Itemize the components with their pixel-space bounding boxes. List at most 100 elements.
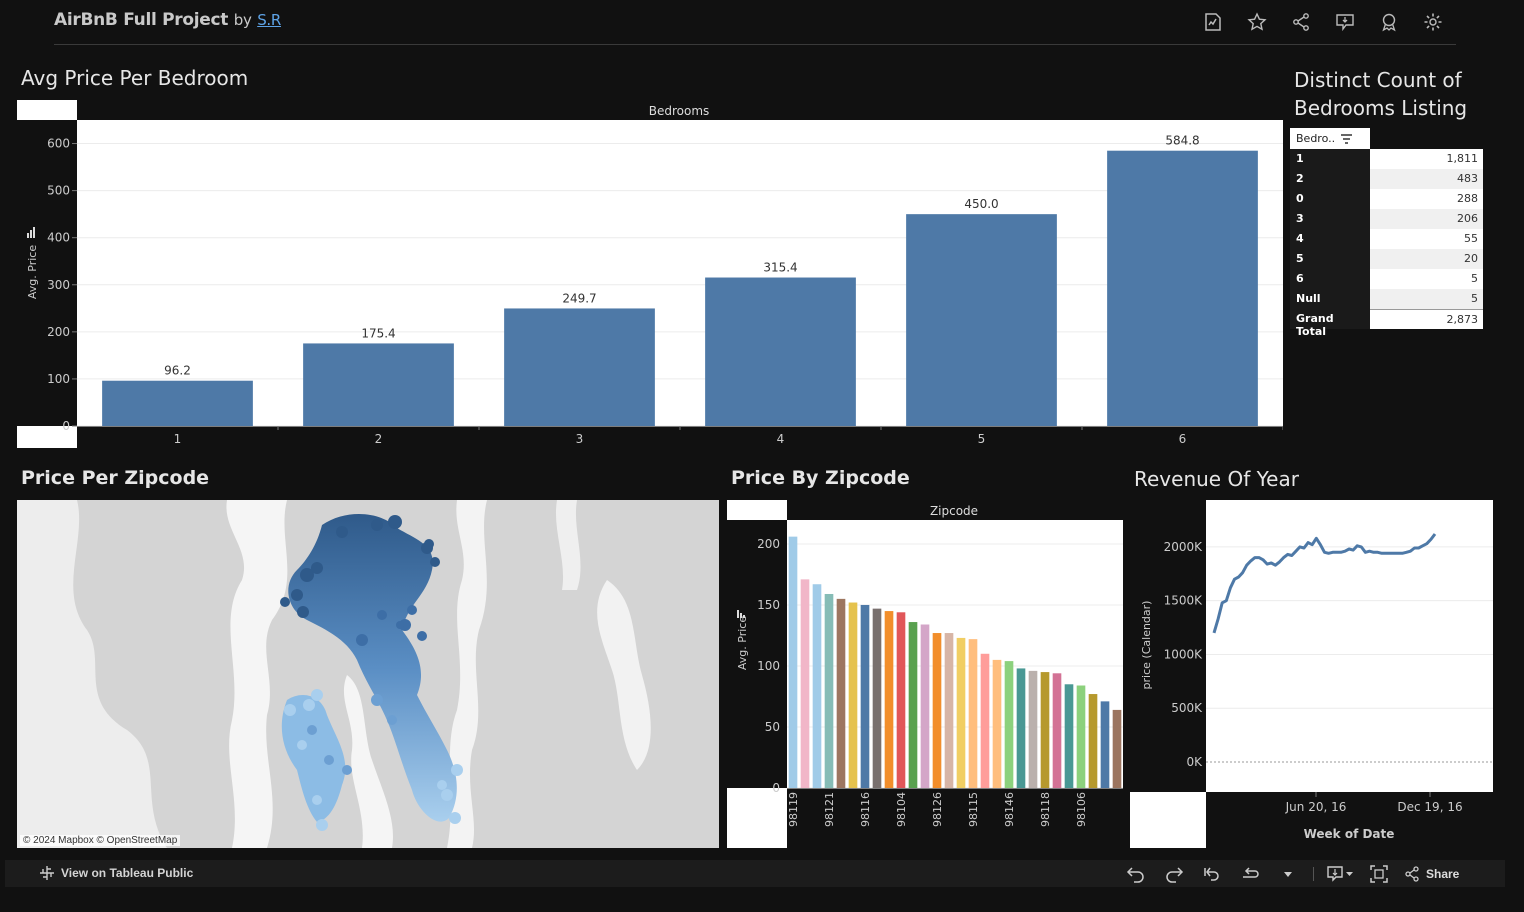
y-tick-label: 100 bbox=[757, 659, 780, 673]
bar bbox=[1016, 668, 1026, 788]
bar bbox=[1112, 709, 1122, 788]
footer-corner bbox=[1130, 792, 1206, 848]
bar bbox=[1088, 694, 1098, 788]
fullscreen-icon[interactable] bbox=[1366, 863, 1392, 885]
table-row[interactable]: 3 206 bbox=[1290, 209, 1483, 229]
table-row[interactable]: 0 288 bbox=[1290, 189, 1483, 209]
ylabel-icon bbox=[740, 613, 742, 618]
table-row[interactable]: Null 5 bbox=[1290, 289, 1483, 309]
revert-icon[interactable] bbox=[1199, 863, 1225, 885]
bar bbox=[303, 343, 454, 426]
bedrooms-count-table: Bedro.. 1 1,811 2 483 0 288 3 206 4 55 5 20 6 5 Null 5 … bbox=[1290, 128, 1483, 338]
share-button[interactable]: Share bbox=[1404, 863, 1459, 885]
y-tick-label: 200 bbox=[757, 537, 780, 551]
sort-icon[interactable] bbox=[1341, 133, 1353, 144]
x-tick-label: 1 bbox=[174, 432, 182, 446]
bar bbox=[1107, 150, 1258, 426]
bar bbox=[504, 308, 655, 426]
y-tick-label: 0 bbox=[62, 419, 70, 433]
badge-icon[interactable] bbox=[1376, 10, 1402, 34]
bar bbox=[102, 380, 253, 426]
ylabel-icon bbox=[27, 233, 29, 238]
gear-icon[interactable] bbox=[1420, 10, 1446, 34]
ylabel-icon bbox=[30, 230, 32, 238]
data-label: 584.8 bbox=[1165, 134, 1199, 148]
x-tick-label: 98119 bbox=[787, 792, 800, 827]
zipcode-price-map[interactable]: © 2024 Mapbox © OpenStreetMap bbox=[17, 500, 719, 848]
table-row[interactable]: 65 bbox=[1290, 269, 1483, 289]
toolbar-icons bbox=[1200, 10, 1446, 34]
distinct-title-line2: Bedrooms Listing bbox=[1294, 96, 1468, 120]
table-row[interactable]: 1 1,811 bbox=[1290, 149, 1483, 169]
download-icon[interactable] bbox=[1326, 863, 1354, 885]
header-corner bbox=[727, 500, 787, 520]
bar bbox=[932, 633, 942, 788]
avg-price-title: Avg Price Per Bedroom bbox=[21, 66, 249, 90]
column-header: Zipcode bbox=[930, 504, 978, 518]
revenue-line-chart[interactable]: 0K 500K 1000K 1500K 2000K price (Calendar) Jun… bbox=[1130, 500, 1493, 848]
y-axis-label: price (Calendar) bbox=[1140, 601, 1153, 690]
bar bbox=[920, 624, 930, 788]
bar bbox=[1004, 661, 1014, 788]
share-icon[interactable] bbox=[1288, 10, 1314, 34]
x-tick-label: Jun 20, 16 bbox=[1285, 800, 1347, 814]
table-header[interactable]: Bedro.. bbox=[1290, 128, 1370, 149]
bar bbox=[1100, 701, 1110, 788]
bar bbox=[1064, 684, 1074, 788]
data-label: 96.2 bbox=[164, 364, 191, 378]
author-link[interactable]: S.R bbox=[257, 11, 281, 29]
undo-icon[interactable] bbox=[1123, 863, 1149, 885]
row-bedrooms: 4 bbox=[1290, 229, 1370, 249]
bar bbox=[944, 633, 954, 788]
row-bedrooms: Null bbox=[1290, 289, 1370, 309]
x-tick-label: 98126 bbox=[931, 792, 944, 827]
table-row[interactable]: 4 55 bbox=[1290, 229, 1483, 249]
x-tick-label: 98118 bbox=[1039, 792, 1052, 827]
bar bbox=[1028, 670, 1038, 788]
row-count: 20 bbox=[1370, 249, 1483, 269]
avg-price-bar-chart[interactable]: Bedrooms 0 100 200 300 400 500 600 Avg. Price 96.… bbox=[17, 100, 1283, 448]
bar bbox=[1040, 672, 1050, 788]
page-title: AirBnB Full Project by S.R bbox=[54, 10, 281, 30]
row-count: 55 bbox=[1370, 229, 1483, 249]
bar bbox=[788, 536, 798, 788]
star-icon[interactable] bbox=[1244, 10, 1270, 34]
table-row[interactable]: 5 20 bbox=[1290, 249, 1483, 269]
y-tick-label: 200 bbox=[47, 325, 70, 339]
view-on-tableau-label: View on Tableau Public bbox=[61, 866, 194, 880]
revenue-title: Revenue Of Year bbox=[1134, 467, 1299, 491]
ylabel-icon bbox=[737, 610, 739, 618]
map-canvas bbox=[17, 500, 719, 848]
y-tick-label: 2000K bbox=[1164, 540, 1204, 554]
row-bedrooms: 0 bbox=[1290, 189, 1370, 209]
chevron-down-icon[interactable] bbox=[1275, 863, 1301, 885]
comment-icon[interactable] bbox=[1332, 10, 1358, 34]
bar bbox=[908, 622, 918, 788]
bar bbox=[906, 214, 1057, 426]
bar bbox=[824, 593, 834, 788]
x-tick-label: 98115 bbox=[967, 792, 980, 827]
zip-chart-svg: Zipcode 0 50 100 150 200 Avg. Price 98119 98121 9… bbox=[727, 500, 1123, 848]
y-tick-label: 100 bbox=[47, 372, 70, 386]
x-tick-label: 98121 bbox=[823, 792, 836, 827]
redo-icon[interactable] bbox=[1161, 863, 1187, 885]
table-header-label: Bedro.. bbox=[1296, 132, 1336, 145]
row-bedrooms: 6 bbox=[1290, 269, 1370, 289]
request-access-icon[interactable] bbox=[1200, 10, 1226, 34]
data-label: 249.7 bbox=[562, 291, 596, 305]
data-label: 315.4 bbox=[763, 261, 797, 275]
table-row[interactable]: 2 483 bbox=[1290, 169, 1483, 189]
header-corner bbox=[17, 100, 77, 120]
footer-corner bbox=[727, 788, 787, 848]
y-tick-label: 400 bbox=[47, 231, 70, 245]
x-tick-label: 2 bbox=[375, 432, 383, 446]
row-count: 288 bbox=[1370, 189, 1483, 209]
view-on-tableau-link[interactable]: View on Tableau Public bbox=[39, 865, 193, 881]
row-count: 483 bbox=[1370, 169, 1483, 189]
map-attribution[interactable]: © 2024 Mapbox © OpenStreetMap bbox=[20, 835, 181, 846]
distinct-title-line1: Distinct Count of bbox=[1294, 68, 1462, 92]
by-label: by bbox=[233, 11, 252, 29]
plot-bg bbox=[77, 120, 1283, 426]
refresh-icon[interactable] bbox=[1237, 863, 1263, 885]
price-by-zipcode-chart[interactable]: Zipcode 0 50 100 150 200 Avg. Price 98119 98121 9… bbox=[727, 500, 1123, 848]
